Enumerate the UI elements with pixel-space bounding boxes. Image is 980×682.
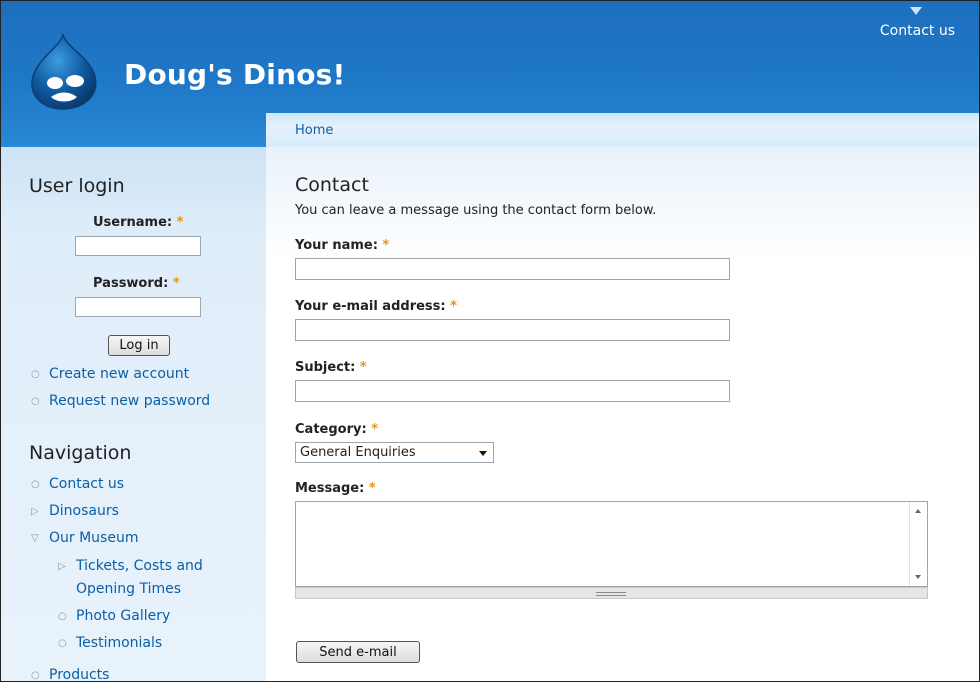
name-label: Your name: * bbox=[295, 238, 390, 253]
required-marker: * bbox=[382, 238, 390, 253]
dropdown-arrow-icon[interactable] bbox=[479, 451, 487, 456]
name-input[interactable] bbox=[295, 258, 730, 280]
user-login-title: User login bbox=[29, 175, 125, 197]
expand-triangle-icon[interactable]: ▷ bbox=[31, 506, 39, 517]
textarea-scrollbar[interactable] bbox=[909, 502, 927, 586]
sidebar: User login Username: * Password: * Log i… bbox=[1, 147, 267, 681]
email-label: Your e-mail address: * bbox=[295, 299, 457, 314]
password-input[interactable] bbox=[75, 297, 201, 317]
bullet-circle-icon: ○ bbox=[31, 396, 40, 407]
subject-input[interactable] bbox=[295, 380, 730, 402]
contact-intro: You can leave a message using the contac… bbox=[295, 203, 657, 218]
nav-item-our-museum[interactable]: Our Museum bbox=[49, 530, 138, 546]
category-select[interactable]: General Enquiries bbox=[295, 442, 494, 463]
category-selected-value: General Enquiries bbox=[300, 445, 416, 460]
required-marker: * bbox=[172, 276, 180, 291]
drupal-logo-icon[interactable] bbox=[27, 33, 99, 111]
login-button[interactable]: Log in bbox=[108, 335, 170, 356]
main-content: Contact You can leave a message using th… bbox=[266, 147, 979, 681]
bullet-circle-icon: ○ bbox=[31, 670, 40, 681]
bullet-circle-icon: ○ bbox=[58, 611, 67, 622]
required-marker: * bbox=[359, 360, 367, 375]
send-email-button[interactable]: Send e-mail bbox=[296, 641, 420, 663]
email-input[interactable] bbox=[295, 319, 730, 341]
nav-item-testimonials[interactable]: Testimonials bbox=[76, 635, 162, 651]
nav-item-tickets-line2[interactable]: Opening Times bbox=[76, 581, 181, 597]
category-label: Category: * bbox=[295, 422, 379, 437]
collapse-triangle-icon[interactable]: ▽ bbox=[31, 533, 39, 544]
scroll-up-icon[interactable] bbox=[915, 509, 921, 513]
bullet-circle-icon: ○ bbox=[31, 369, 40, 380]
username-label: Username: * bbox=[93, 215, 184, 230]
password-label: Password: * bbox=[93, 276, 180, 291]
required-marker: * bbox=[368, 481, 376, 496]
required-marker: * bbox=[371, 422, 379, 437]
nav-item-tickets[interactable]: Tickets, Costs and bbox=[76, 558, 203, 574]
username-input[interactable] bbox=[75, 236, 201, 256]
page-frame: Doug's Dinos! Contact us Home User login… bbox=[0, 0, 980, 682]
subject-label: Subject: * bbox=[295, 360, 367, 375]
active-link-arrow-icon bbox=[910, 7, 922, 15]
page-title: Contact bbox=[295, 174, 369, 196]
breadcrumb: Home bbox=[266, 113, 979, 147]
scroll-down-icon[interactable] bbox=[915, 575, 921, 579]
bullet-circle-icon: ○ bbox=[58, 638, 67, 649]
nav-item-photo-gallery[interactable]: Photo Gallery bbox=[76, 608, 170, 624]
nav-item-dinosaurs[interactable]: Dinosaurs bbox=[49, 503, 119, 519]
header-link-contact-us[interactable]: Contact us bbox=[880, 23, 955, 39]
message-label: Message: * bbox=[295, 481, 376, 496]
expand-triangle-icon[interactable]: ▷ bbox=[58, 561, 66, 572]
message-textarea[interactable] bbox=[295, 501, 928, 587]
breadcrumb-home-link[interactable]: Home bbox=[295, 123, 333, 138]
nav-item-products[interactable]: Products bbox=[49, 667, 109, 681]
request-password-link[interactable]: Request new password bbox=[49, 393, 210, 409]
required-marker: * bbox=[176, 215, 184, 230]
nav-item-contact-us[interactable]: Contact us bbox=[49, 476, 124, 492]
create-account-link[interactable]: Create new account bbox=[49, 366, 189, 382]
site-name[interactable]: Doug's Dinos! bbox=[124, 58, 346, 91]
navigation-title: Navigation bbox=[29, 442, 132, 464]
bullet-circle-icon: ○ bbox=[31, 479, 40, 490]
required-marker: * bbox=[450, 299, 457, 314]
textarea-resize-grip[interactable] bbox=[295, 587, 928, 599]
